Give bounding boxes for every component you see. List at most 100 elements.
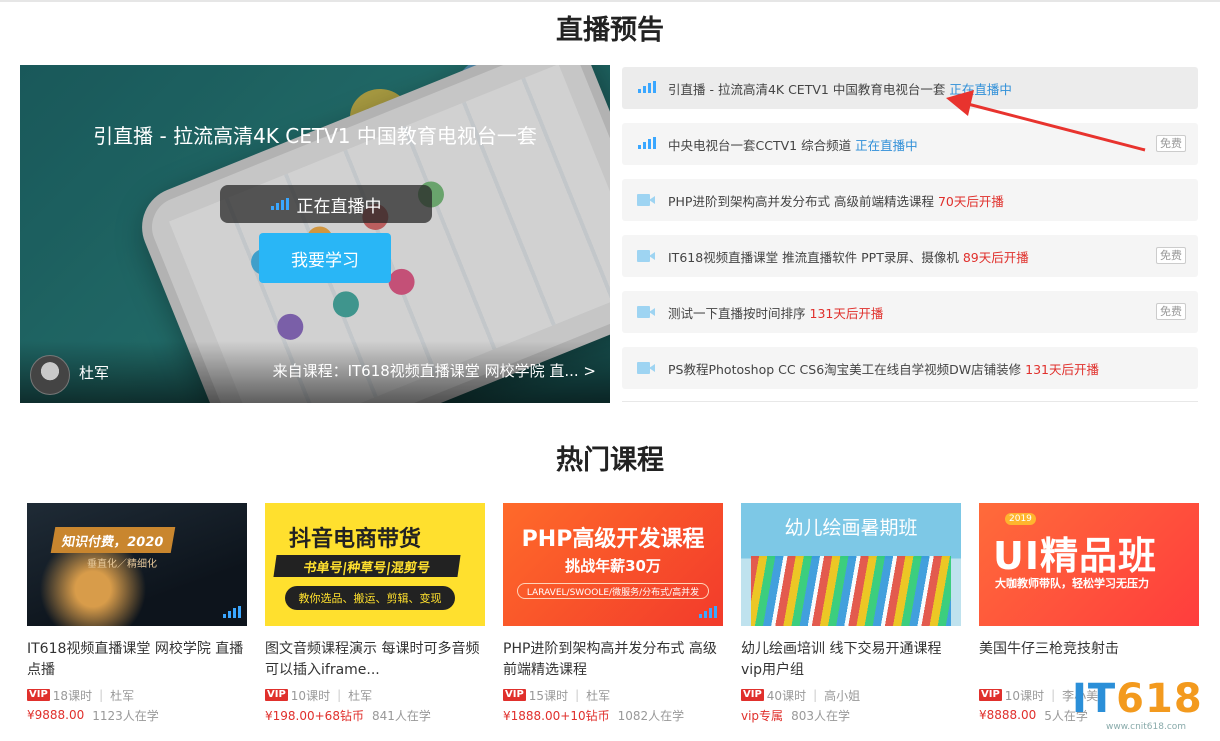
course-card[interactable]: PHP高级开发课程 挑战年薪30万 LARAVEL/SWOOLE/微服务/分布式… (503, 503, 723, 725)
live-item-title: 中央电视台一套CCTV1 综合频道 (668, 137, 852, 153)
live-item-title: 测试一下直播按时间排序 (668, 305, 806, 321)
course-teacher: 杜军 (586, 688, 611, 703)
live-signal-icon (699, 606, 717, 618)
course-thumbnail[interactable]: 幼儿绘画暑期班 (741, 503, 961, 626)
course-meta: VIP 15课时 | 杜军 (503, 685, 723, 705)
course-title[interactable]: IT618视频直播课堂 网校学院 直播点播 (27, 639, 247, 681)
course-teacher: 杜军 (110, 688, 135, 703)
price-row: ¥1888.00+10钻币 1082人在学 (503, 705, 723, 725)
teacher-avatar (30, 355, 70, 395)
course-thumbnail[interactable]: 知识付费，2020 垂直化／精细化 (27, 503, 247, 626)
live-signal-icon (270, 198, 289, 210)
lesson-count: 10课时 (290, 688, 331, 703)
free-badge: 免费 (1156, 247, 1186, 264)
course-title[interactable]: 图文音频课程演示 每课时可多音频 可以插入iframe... (265, 639, 485, 681)
course-teacher: 杜军 (348, 688, 373, 703)
live-item-status: 131天后开播 (809, 305, 884, 321)
thumb-bar: 书单号|种草号|混剪号 (273, 555, 461, 577)
live-item-title: IT618视频直播课堂 推流直播软件 PPT录屏、摄像机 (668, 249, 959, 265)
course-thumbnail[interactable]: 2019 UI精品班 大咖教师带队，轻松学习无压力 (979, 503, 1199, 626)
meta-separator: | (1051, 688, 1056, 702)
course-meta: VIP 10课时 | 杜军 (265, 685, 485, 705)
thumb-headline: 幼儿绘画暑期班 (784, 517, 918, 539)
course-thumbnail[interactable]: PHP高级开发课程 挑战年薪30万 LARAVEL/SWOOLE/微服务/分布式… (503, 503, 723, 626)
vip-badge: VIP (741, 689, 764, 701)
thumb-headline: UI精品班 (993, 534, 1157, 578)
course-price: ¥198.00+68钻币 (265, 708, 364, 723)
live-item[interactable]: 测试一下直播按时间排序 131天后开播 免费 (622, 291, 1198, 333)
meta-separator: | (337, 688, 342, 702)
live-item-title: PS教程Photoshop CC CS6淘宝美工在线自学视频DW店铺装修 (668, 361, 1022, 377)
thumb-sub: 挑战年薪30万 (565, 557, 661, 575)
vip-badge: VIP (979, 689, 1002, 701)
vip-badge: VIP (265, 689, 288, 701)
learner-count: 1123人在学 (92, 708, 159, 723)
logo-number: 618 (1116, 676, 1203, 722)
live-item-title: 引直播 - 拉流高清4K CETV1 中国教育电视台一套 (668, 81, 946, 97)
course-title[interactable]: 美国牛仔三枪竞技射击 (979, 639, 1199, 681)
learner-count: 1082人在学 (617, 708, 685, 723)
top-divider (0, 0, 1220, 2)
teacher-name[interactable]: 杜军 (79, 362, 109, 383)
lesson-count: 40课时 (766, 688, 807, 703)
live-status-pill: 正在直播中 (220, 185, 432, 223)
meta-separator: | (99, 688, 104, 702)
free-badge: 免费 (1156, 303, 1186, 320)
thumb-sub: 垂直化／精细化 (87, 559, 157, 570)
banner-title: 引直播 - 拉流高清4K CETV1 中国教育电视台一套 (93, 124, 537, 148)
source-course-link[interactable]: 来自课程：IT618视频直播课堂 网校学院 直... > (273, 360, 596, 381)
live-item-status: 131天后开播 (1025, 361, 1100, 377)
thumb-sub: 大咖教师带队，轻松学习无压力 (995, 577, 1149, 590)
live-item[interactable]: PHP进阶到架构高并发分布式 高级前端精选课程 70天后开播 (622, 179, 1198, 221)
lesson-count: 18课时 (52, 688, 93, 703)
live-item-status: 70天后开播 (937, 193, 1004, 209)
vip-badge: VIP (27, 689, 50, 701)
price-row: ¥9888.00 1123人在学 (27, 705, 247, 725)
thumb-headline: PHP高级开发课程 (521, 527, 705, 552)
thumb-year: 2019 (1005, 513, 1036, 525)
lesson-count: 15课时 (528, 688, 569, 703)
learn-button[interactable]: 我要学习 (259, 233, 391, 283)
course-title[interactable]: 幼儿绘画培训 线下交易开通课程 vip用户组 (741, 639, 961, 681)
logo-url: www.cnit618.com (1106, 722, 1187, 732)
thumb-tags: LARAVEL/SWOOLE/微服务/分布式/高并发 (517, 583, 709, 599)
logo-it: IT (1072, 676, 1117, 722)
video-camera-icon (637, 194, 655, 206)
course-price: ¥1888.00+10钻币 (503, 708, 610, 723)
course-title[interactable]: PHP进阶到架构高并发分布式 高级前端精选课程 (503, 639, 723, 681)
course-card[interactable]: 幼儿绘画暑期班 幼儿绘画培训 线下交易开通课程 vip用户组 VIP 40课时 … (741, 503, 961, 725)
hot-section-title: 热门课程 (556, 445, 664, 476)
course-card[interactable]: 抖音电商带货 书单号|种草号|混剪号 教你选品、搬运、剪辑、变现 图文音频课程演… (265, 503, 485, 725)
live-item[interactable]: IT618视频直播课堂 推流直播软件 PPT录屏、摄像机 89天后开播 免费 (622, 235, 1198, 277)
course-meta: VIP 40课时 | 高小姐 (741, 685, 961, 705)
paint-brushes-illustration (751, 556, 951, 626)
course-price: ¥9888.00 (27, 708, 85, 722)
course-meta: VIP 18课时 | 杜军 (27, 685, 247, 705)
live-section-title: 直播预告 (556, 15, 664, 46)
meta-separator: | (813, 688, 818, 702)
live-signal-icon (638, 137, 656, 149)
course-thumbnail[interactable]: 抖音电商带货 书单号|种草号|混剪号 教你选品、搬运、剪辑、变现 (265, 503, 485, 626)
annotation-arrow-icon (946, 90, 1146, 152)
live-status-text: 正在直播中 (296, 196, 382, 217)
course-card[interactable]: 知识付费，2020 垂直化／精细化 IT618视频直播课堂 网校学院 直播点播 … (27, 503, 247, 725)
lesson-count: 10课时 (1004, 688, 1045, 703)
video-camera-icon (637, 306, 655, 318)
learner-count: 841人在学 (371, 708, 431, 723)
thumb-pill: 教你选品、搬运、剪辑、变现 (285, 586, 455, 610)
price-row: vip专属 803人在学 (741, 705, 961, 725)
site-logo: IT618 www.cnit618.com (1070, 676, 1210, 738)
live-banner[interactable]: 课程 名师 名课 引直播 - 拉流高清4K CETV1 中国教育电视台一套 正在… (20, 65, 610, 403)
thumb-headline: 抖音电商带货 (289, 527, 422, 552)
live-signal-icon (638, 81, 656, 93)
live-signal-icon (223, 606, 241, 618)
live-item-status: 正在直播中 (855, 137, 918, 153)
video-camera-icon (637, 250, 655, 262)
course-price: ¥8888.00 (979, 708, 1037, 722)
thumb-tag: 知识付费，2020 (50, 527, 176, 553)
free-badge: 免费 (1156, 135, 1186, 152)
course-teacher: 高小姐 (824, 688, 861, 703)
live-item[interactable]: PS教程Photoshop CC CS6淘宝美工在线自学视频DW店铺装修 131… (622, 347, 1198, 389)
learner-count: 803人在学 (791, 708, 850, 723)
price-row: ¥198.00+68钻币 841人在学 (265, 705, 485, 725)
